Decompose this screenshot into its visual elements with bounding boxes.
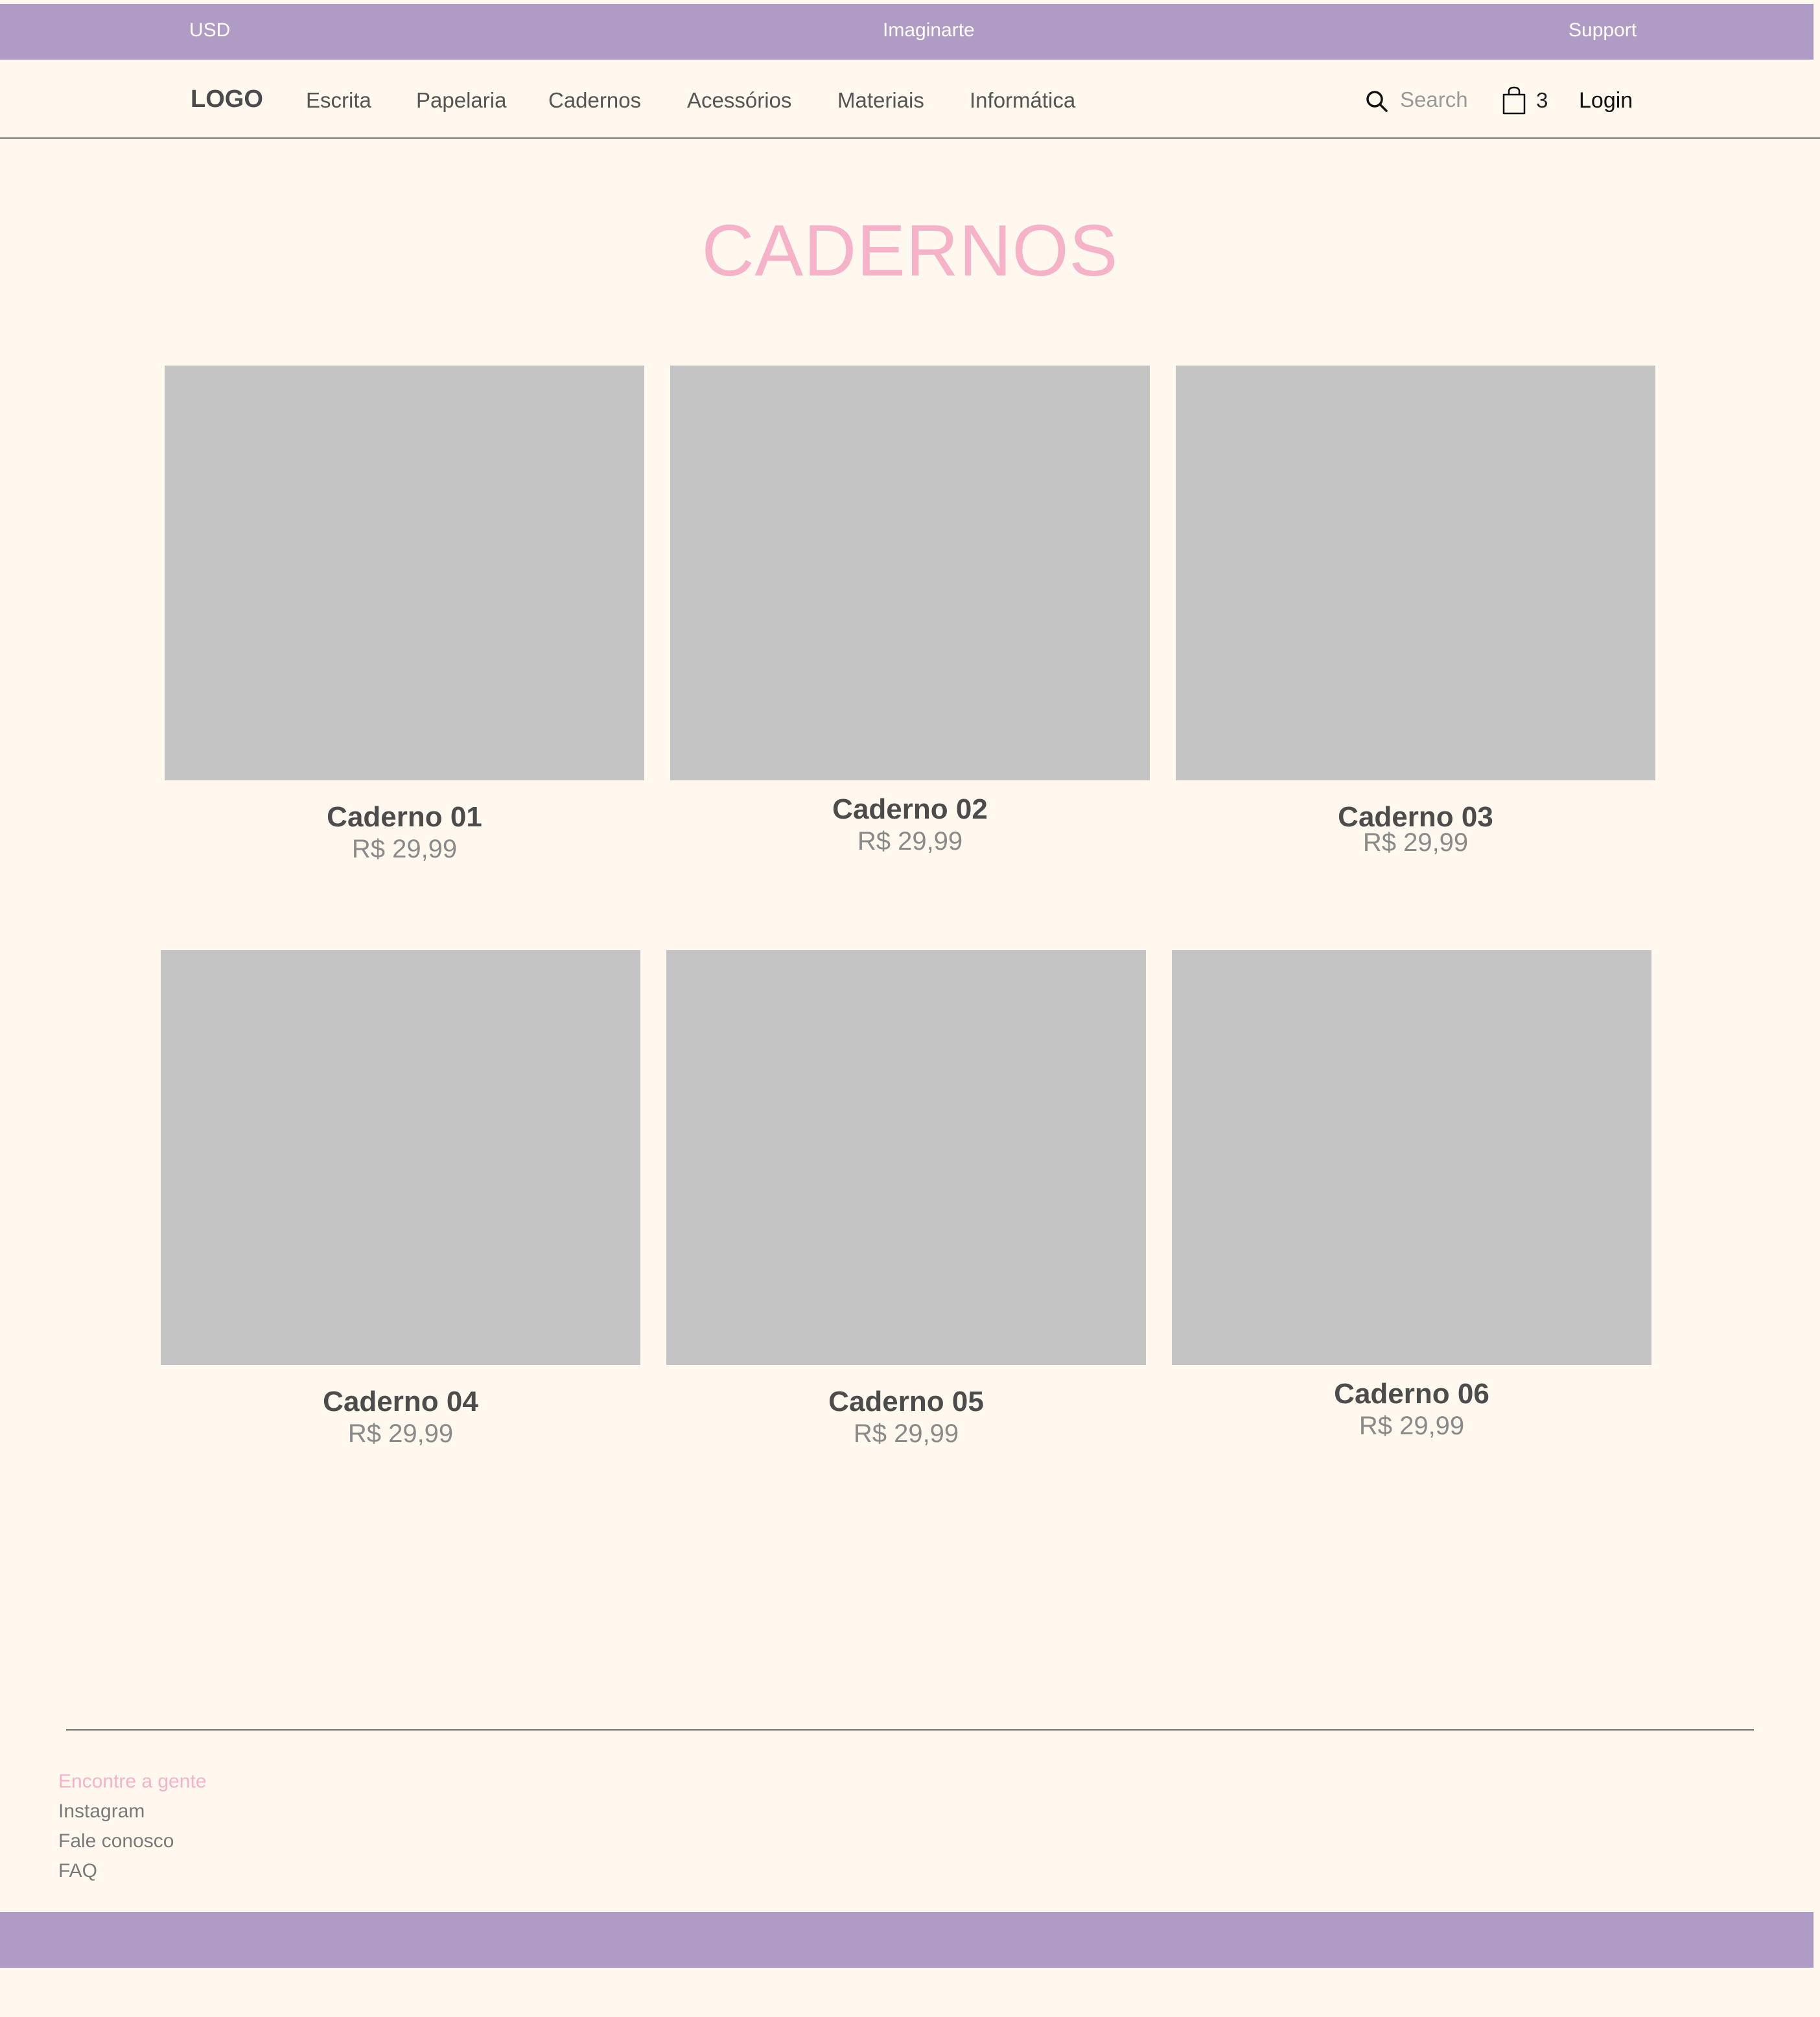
product-image[interactable] <box>1172 950 1651 1365</box>
product-price: R$ 29,99 <box>1362 828 1469 857</box>
product-name[interactable]: Caderno 05 <box>666 1386 1146 1418</box>
product-image[interactable] <box>165 366 644 780</box>
logo[interactable]: LOGO <box>191 86 263 113</box>
product-name[interactable]: Caderno 04 <box>161 1386 640 1418</box>
main-nav: LOGO Escrita Papelaria Cadernos Acessóri… <box>0 60 1820 139</box>
product-name[interactable]: Caderno 02 <box>670 793 1150 826</box>
footer-link-contact[interactable]: Fale conosco <box>58 1826 207 1856</box>
product-name[interactable]: Caderno 01 <box>165 801 644 834</box>
nav-item-informatica[interactable]: Informática <box>970 88 1075 113</box>
cart-count: 3 <box>1536 88 1548 112</box>
product-image[interactable] <box>670 366 1150 780</box>
nav-item-materiais[interactable]: Materiais <box>837 88 924 113</box>
product-card[interactable]: Caderno 05 R$ 29,99 <box>666 950 1146 1449</box>
product-card[interactable]: Caderno 06 R$ 29,99 <box>1172 950 1651 1441</box>
product-price: R$ 29,99 <box>857 827 963 856</box>
product-card[interactable]: Caderno 03 R$ 29,99 <box>1176 366 1655 857</box>
support-link[interactable]: Support <box>1569 19 1637 41</box>
product-image[interactable] <box>161 950 640 1365</box>
search-input[interactable] <box>1400 86 1478 114</box>
product-image[interactable] <box>1176 366 1655 780</box>
footer-link-faq[interactable]: FAQ <box>58 1856 207 1886</box>
product-price: R$ 29,99 <box>347 1419 454 1448</box>
product-price: R$ 29,99 <box>853 1419 959 1448</box>
page-title: CADERNOS <box>701 210 1119 291</box>
nav-item-escrita[interactable]: Escrita <box>306 88 371 113</box>
footer-heading: Encontre a gente <box>58 1771 207 1792</box>
product-card[interactable]: Caderno 01 R$ 29,99 <box>165 366 644 864</box>
footer-link-instagram[interactable]: Instagram <box>58 1797 207 1826</box>
footer: Encontre a gente Instagram Fale conosco … <box>58 1767 207 1886</box>
footer-divider <box>66 1729 1754 1731</box>
nav-item-cadernos[interactable]: Cadernos <box>548 88 641 113</box>
nav-item-acessorios[interactable]: Acessórios <box>687 88 791 113</box>
product-card[interactable]: Caderno 04 R$ 29,99 <box>161 950 640 1449</box>
product-image[interactable] <box>666 950 1146 1365</box>
product-price: R$ 29,99 <box>1359 1412 1465 1440</box>
product-card[interactable]: Caderno 02 R$ 29,99 <box>670 366 1150 856</box>
top-bar: USD Imaginarte Support <box>0 4 1814 60</box>
search-icon[interactable] <box>1365 89 1388 113</box>
product-name[interactable]: Caderno 06 <box>1172 1378 1651 1410</box>
brand-name: Imaginarte <box>883 19 975 41</box>
product-price: R$ 29,99 <box>351 835 458 863</box>
bottom-bar <box>0 1912 1814 1968</box>
nav-item-papelaria[interactable]: Papelaria <box>416 88 506 113</box>
shopping-bag-icon[interactable] <box>1501 86 1527 115</box>
currency-selector[interactable]: USD <box>189 19 230 41</box>
login-link[interactable]: Login <box>1579 88 1633 113</box>
